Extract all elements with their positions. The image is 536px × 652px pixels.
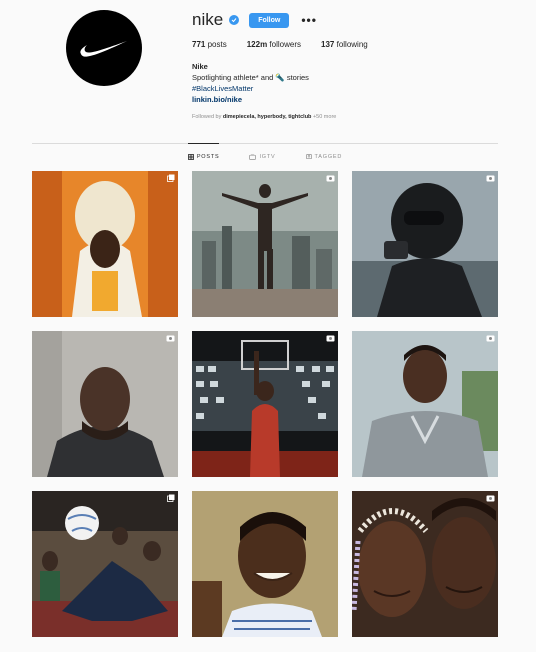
- tag-icon: [305, 154, 312, 160]
- profile-header: nike Follow •••: [192, 10, 317, 30]
- post-image: [352, 331, 498, 477]
- nike-logo-icon: [80, 41, 127, 57]
- video-icon: [326, 335, 335, 342]
- tab-tagged-label: TAGGED: [314, 154, 343, 160]
- stat-following-count: 137: [321, 40, 335, 49]
- stat-followers-label: followers: [269, 40, 301, 49]
- video-icon: [486, 495, 495, 502]
- tab-tagged[interactable]: TAGGED: [305, 144, 343, 170]
- post-image: [32, 491, 178, 637]
- post-thumbnail[interactable]: [192, 331, 338, 477]
- profile-bio: Nike Spotlighting athlete* and 🔦 stories…: [192, 61, 309, 105]
- tab-posts[interactable]: POSTS: [187, 143, 220, 169]
- post-thumbnail[interactable]: [352, 171, 498, 317]
- followed-by-more: +50 more: [312, 114, 337, 120]
- stat-followers-count: 122m: [246, 40, 268, 49]
- stat-posts-label: posts: [207, 40, 227, 49]
- stat-following-label: following: [336, 40, 368, 49]
- bio-website-link[interactable]: linkin.bio/nike: [192, 94, 309, 105]
- bio-line: Spotlighting athlete* and 🔦 stories: [192, 73, 309, 82]
- profile-tabs: POSTS IGTV TAGGED: [32, 143, 498, 170]
- video-icon: [326, 175, 335, 182]
- verified-badge-icon: [229, 15, 240, 25]
- post-thumbnail[interactable]: [192, 491, 338, 637]
- post-thumbnail[interactable]: [32, 171, 178, 317]
- stat-followers[interactable]: 122m followers: [247, 40, 301, 49]
- post-thumbnail[interactable]: [352, 331, 498, 477]
- grid-icon: [187, 153, 194, 160]
- post-thumbnail[interactable]: [32, 491, 178, 637]
- tab-igtv[interactable]: IGTV: [249, 144, 275, 170]
- bio-name: Nike: [192, 62, 208, 71]
- stat-posts-count: 771: [192, 40, 206, 49]
- profile-avatar[interactable]: [66, 10, 142, 86]
- video-icon: [486, 175, 495, 182]
- profile-stats: 771 posts 122m followers 137 following: [192, 40, 388, 49]
- profile-username: nike: [192, 10, 224, 29]
- posts-grid: [32, 171, 498, 637]
- video-icon: [486, 335, 495, 342]
- followed-by-prefix: Followed by: [192, 114, 222, 120]
- stat-posts: 771 posts: [192, 40, 227, 49]
- post-image: [32, 331, 178, 477]
- tab-posts-label: POSTS: [196, 153, 220, 160]
- bio-hashtag-link[interactable]: #BlackLivesMatter: [192, 83, 309, 94]
- followed-by-text[interactable]: Followed by dimepiecela, hyperbody, tigh…: [192, 114, 336, 120]
- carousel-icon: [167, 174, 175, 182]
- post-image: [352, 491, 498, 637]
- carousel-icon: [167, 494, 175, 502]
- post-image: [192, 331, 338, 477]
- post-image: [192, 491, 338, 637]
- more-options-button[interactable]: •••: [301, 13, 317, 27]
- post-image: [32, 171, 178, 317]
- tv-icon: [249, 154, 257, 160]
- post-image: [352, 171, 498, 317]
- post-image: [192, 171, 338, 317]
- followed-by-names: dimepiecela, hyperbody, tightclub: [222, 114, 312, 120]
- video-icon: [166, 335, 175, 342]
- follow-button[interactable]: Follow: [249, 12, 290, 28]
- post-thumbnail[interactable]: [32, 331, 178, 477]
- tab-igtv-label: IGTV: [259, 154, 276, 160]
- post-thumbnail[interactable]: [352, 491, 498, 637]
- stat-following[interactable]: 137 following: [321, 40, 368, 49]
- post-thumbnail[interactable]: [192, 171, 338, 317]
